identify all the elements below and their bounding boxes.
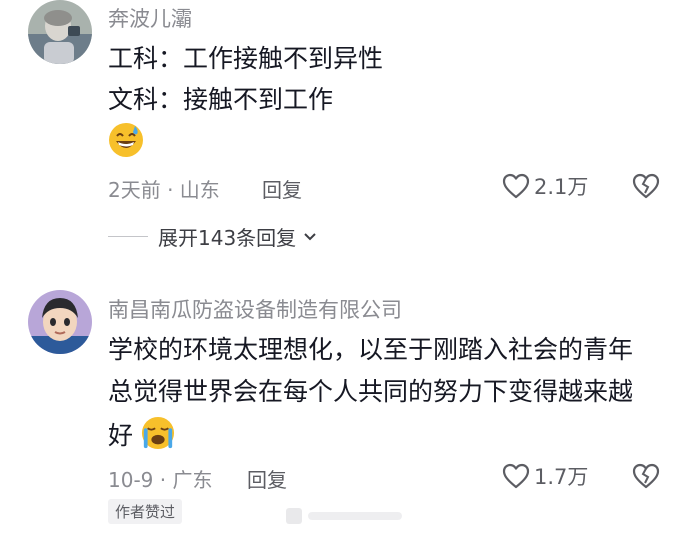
comment-line-3: 好 xyxy=(108,414,175,458)
like-button[interactable]: 2.1万 xyxy=(502,171,588,201)
watermark-logo xyxy=(286,508,402,524)
username[interactable]: 南昌南瓜防盗设备制造有限公司 xyxy=(108,294,402,324)
avatar[interactable] xyxy=(28,290,92,354)
loudly-crying-emoji-icon xyxy=(141,416,175,450)
comment-line-2: 总觉得世界会在每个人共同的努力下变得越来越 xyxy=(108,377,634,406)
expand-replies-label: 展开143条回复 xyxy=(158,226,297,250)
timestamp-location: 2天前 · 山东 xyxy=(108,178,220,202)
like-count: 2.1万 xyxy=(534,175,589,199)
comment-line-2: 文科：接触不到工作 xyxy=(108,85,334,114)
username[interactable]: 奔波儿灞 xyxy=(108,3,192,33)
comment-line-1: 工科：工作接触不到异性 xyxy=(108,44,384,73)
heart-icon xyxy=(502,173,530,199)
author-liked-badge: 作者赞过 xyxy=(108,499,183,524)
dislike-button[interactable] xyxy=(632,463,660,493)
reply-button[interactable]: 回复 xyxy=(262,174,302,203)
expand-replies-button[interactable]: 展开143条回复 xyxy=(108,222,318,251)
avatar[interactable] xyxy=(28,0,92,64)
comment-line-1: 学校的环境太理想化，以至于刚踏入社会的青年 xyxy=(108,335,634,364)
like-count: 1.7万 xyxy=(534,465,589,489)
comment-emoji-line xyxy=(108,122,144,166)
grinning-sweat-emoji-icon xyxy=(109,123,143,157)
broken-heart-icon xyxy=(632,173,660,199)
chevron-down-icon xyxy=(304,232,316,240)
divider-line xyxy=(108,236,148,237)
reply-button[interactable]: 回复 xyxy=(247,464,287,493)
timestamp-location: 10-9 · 广东 xyxy=(108,468,213,492)
like-button[interactable]: 1.7万 xyxy=(502,461,588,491)
broken-heart-icon xyxy=(632,463,660,489)
dislike-button[interactable] xyxy=(632,173,660,203)
avatar-image xyxy=(28,0,92,64)
comment-line-3-text: 好 xyxy=(108,421,134,450)
avatar-image xyxy=(28,290,92,354)
heart-icon xyxy=(502,463,530,489)
